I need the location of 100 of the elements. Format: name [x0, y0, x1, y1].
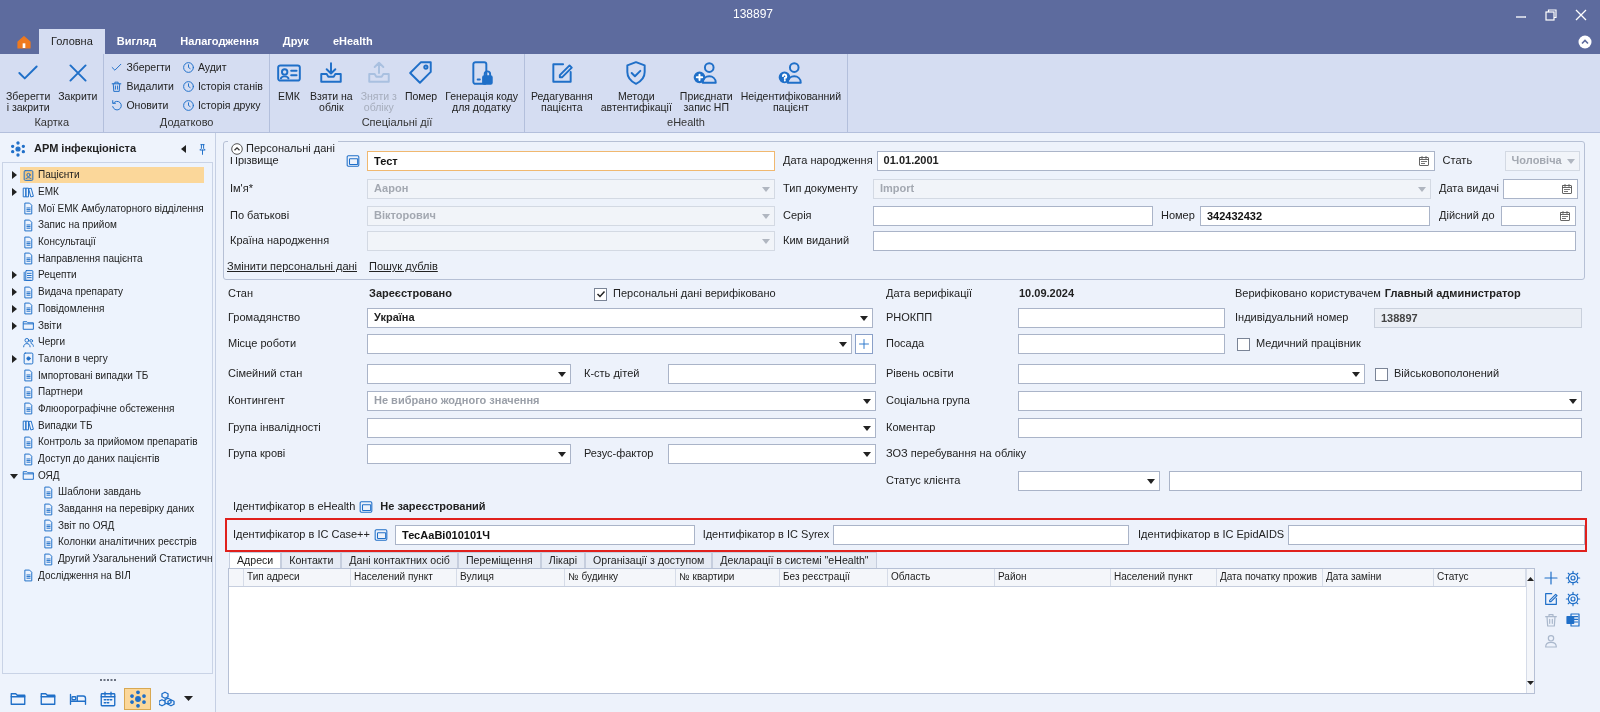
column-header[interactable]: Тип адреси [244, 569, 351, 586]
collapse-section-icon[interactable] [231, 143, 243, 155]
ribbon-button[interactable]: Редагування пацієнта [528, 58, 595, 116]
ribbon-button[interactable]: Взяти на облік [307, 58, 355, 116]
tree-item[interactable]: Другий Узагальнений Статистичн [40, 551, 212, 568]
tab[interactable]: Переміщення [457, 552, 541, 568]
dropdown-field[interactable] [367, 444, 571, 464]
tree-item[interactable]: Черги [20, 334, 68, 351]
ribbon-button[interactable]: Зберегти і закрити [4, 58, 53, 116]
expand-arrow-icon[interactable] [10, 354, 18, 363]
scrollbar[interactable] [1526, 569, 1534, 693]
ribbon-button[interactable]: Приєднати запис НП [677, 58, 735, 116]
column-header[interactable]: Без реєстрації [780, 569, 888, 586]
toolbar-button[interactable] [1563, 589, 1583, 608]
column-header[interactable]: Населений пункт [1111, 569, 1217, 586]
tree-item[interactable]: Рецепти [20, 267, 79, 284]
text-field[interactable] [1169, 471, 1582, 491]
date-field[interactable] [1502, 179, 1578, 199]
tree-item[interactable]: Імпортовані випадки ТБ [20, 367, 151, 384]
ribbon-button[interactable]: Історія станів [179, 77, 265, 96]
date-field[interactable]: 01.01.2001 [876, 151, 1435, 171]
tree-item[interactable]: ОЯД [20, 467, 62, 484]
ribbon-button[interactable]: Історія друку [179, 96, 265, 115]
dropdown-field[interactable] [367, 334, 852, 354]
ribbon-button[interactable]: ЕМК [273, 58, 304, 116]
tree-item[interactable]: Повідомлення [20, 300, 107, 317]
text-field[interactable] [1018, 308, 1225, 328]
ribbon-button[interactable]: Видалити [108, 77, 176, 96]
checkbox[interactable]: Персональні дані верифіковано [594, 287, 776, 301]
ribbon-button[interactable]: Методи автентифікації [598, 58, 674, 116]
tree-item[interactable]: Доступ до даних пацієнтів [20, 451, 162, 468]
tree-item[interactable]: Контроль за прийомом препаратів [20, 434, 200, 451]
tree-item[interactable]: Флюорографічне обстеження [20, 400, 177, 417]
expand-arrow-icon[interactable] [10, 321, 18, 330]
text-field[interactable] [873, 206, 1153, 226]
expand-arrow-icon[interactable] [10, 288, 18, 297]
tree-item[interactable]: Випадки ТБ [20, 417, 95, 434]
column-header[interactable]: Населений пункт [351, 569, 457, 586]
id-lookup-icon[interactable] [346, 154, 360, 168]
text-field[interactable] [668, 364, 876, 384]
dropdown-field[interactable] [1018, 364, 1365, 384]
text-field[interactable] [1018, 418, 1582, 438]
tab[interactable]: Адреси [229, 552, 282, 568]
column-header[interactable]: Вулиця [457, 569, 565, 586]
scroll-down-icon[interactable] [1527, 681, 1534, 685]
text-field[interactable]: 342432432 [1200, 206, 1430, 226]
expand-arrow-icon[interactable] [10, 171, 18, 180]
tree-item[interactable]: ЕМК [20, 184, 61, 201]
expand-arrow-icon[interactable] [10, 188, 18, 197]
tree-item[interactable]: Завдання на перевірку даних [40, 501, 197, 518]
text-field[interactable]: ТесАаВі010101Ч [394, 525, 695, 545]
ribbon-tab[interactable]: Друк [270, 29, 321, 54]
column-header[interactable]: Дата заміни [1323, 569, 1434, 586]
dropdown-arrow-icon[interactable] [184, 696, 193, 702]
text-field[interactable] [873, 231, 1576, 251]
id-lookup-icon[interactable] [373, 528, 388, 542]
checkbox[interactable]: Військовополонений [1375, 367, 1500, 381]
text-field[interactable] [1018, 334, 1225, 354]
tree-item[interactable]: Пацієнти [20, 167, 204, 184]
tree-item[interactable]: Шаблони завдань [40, 484, 143, 501]
ribbon-tab[interactable]: Налагодження [168, 29, 271, 54]
column-header[interactable]: № будинку [565, 569, 676, 586]
splitter-grip-icon[interactable] [99, 678, 116, 682]
tree-item[interactable]: Видача препарату [20, 284, 126, 301]
tree-item[interactable]: Мої ЕМК Амбулаторного відділення [20, 200, 206, 217]
collapse-left-icon[interactable] [180, 144, 188, 154]
checkbox[interactable]: Медичний працівник [1237, 337, 1361, 351]
ribbon-tab[interactable]: Головна [39, 29, 105, 54]
ribbon-button[interactable]: Генерація коду для додатку [443, 58, 520, 116]
dropdown-field[interactable] [668, 444, 876, 464]
tab[interactable]: Лікарі [540, 552, 586, 568]
toolbar-button[interactable] [1563, 568, 1583, 587]
collapse-arrow-icon[interactable] [10, 471, 18, 480]
dropdown-field[interactable]: Україна [367, 308, 873, 328]
dropdown-field[interactable] [367, 418, 876, 438]
tree-item[interactable]: Партнери [20, 384, 85, 401]
column-header[interactable]: № квартири [676, 569, 780, 586]
navigation-button[interactable] [124, 688, 151, 710]
ribbon-button[interactable]: Неідентифікованний пацієнт [738, 58, 844, 116]
text-field[interactable] [833, 525, 1130, 545]
tree-item[interactable]: Колонки аналітичних реєстрів [40, 534, 199, 551]
ribbon-button[interactable]: Аудит [179, 58, 265, 77]
ribbon-tab[interactable]: eHealth [320, 29, 385, 54]
collapse-ribbon-icon[interactable] [1577, 34, 1592, 49]
tree-item[interactable]: Дослідження на ВІЛ [20, 567, 133, 584]
tab[interactable]: Організації з доступом [585, 552, 713, 568]
link[interactable]: Пошук дублів [369, 260, 438, 274]
ribbon-button[interactable]: Зберегти [108, 58, 176, 77]
tree-item[interactable]: Консультації [20, 234, 98, 251]
dropdown-field[interactable] [1018, 391, 1582, 411]
ribbon-tab[interactable]: Вигляд [104, 29, 169, 54]
tab[interactable]: Декларації в системі "eHealth" [712, 552, 877, 568]
dropdown-field[interactable] [1018, 471, 1160, 491]
pin-icon[interactable] [196, 142, 209, 156]
ribbon-button[interactable]: Закрити [56, 58, 100, 116]
expand-arrow-icon[interactable] [10, 271, 18, 280]
link[interactable]: Змінити персональні дані [227, 260, 357, 274]
tree-item[interactable]: Направлення пацієнта [20, 250, 145, 267]
home-icon[interactable] [15, 33, 32, 50]
id-lookup-icon[interactable] [359, 500, 374, 514]
